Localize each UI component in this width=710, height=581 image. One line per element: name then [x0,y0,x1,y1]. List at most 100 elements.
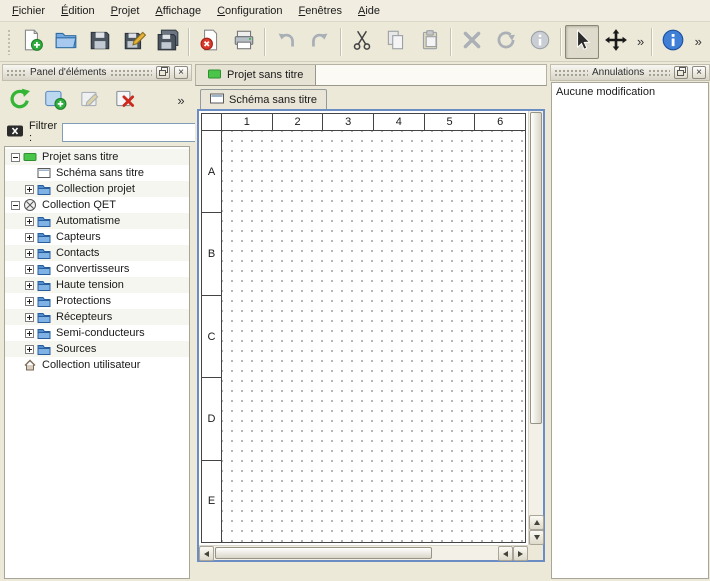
expand-expander-icon[interactable] [25,329,34,338]
float-panel-button[interactable] [156,66,170,79]
undo-panel-titlebar[interactable]: Annulations × [550,64,710,81]
select-tool-button[interactable] [565,25,599,59]
tab-project-sans-titre[interactable]: Projet sans titre [196,65,316,85]
v-scroll-track[interactable] [529,425,543,515]
expand-expander-icon[interactable] [25,185,34,194]
save-button[interactable] [83,25,117,59]
toolbar-separator [560,28,562,56]
row-ruler-cell: B [202,213,221,295]
folder-icon [37,230,52,244]
tree-item-collection-projet[interactable]: Collection projet [5,181,189,197]
tree-item-collection-qet[interactable]: Collection QET [5,197,189,213]
scroll-down-button[interactable] [529,530,544,545]
toolbar-grip[interactable] [7,29,12,55]
expand-expander-icon[interactable] [25,249,34,258]
menu-edition[interactable]: Édition [53,2,103,20]
close-file-button[interactable] [193,25,227,59]
tree-item-protections[interactable]: Protections [5,293,189,309]
up-arrow-icon [534,520,540,525]
conductor-info-button [523,25,557,59]
undo-history-item[interactable]: Aucune modification [552,83,708,101]
tree-item-contacts[interactable]: Contacts [5,245,189,261]
float-icon [159,67,168,79]
new-file-icon [20,28,44,55]
toolbar-overflow-button[interactable]: » [633,27,649,57]
expand-expander-icon[interactable] [25,345,34,354]
folder-icon [37,294,52,308]
h-scroll-track[interactable] [433,546,498,560]
dock-grip[interactable] [648,69,670,77]
folder-icon [37,342,52,356]
elements-panel-title: Panel d'éléments [30,67,106,78]
v-scroll-thumb[interactable] [530,112,542,424]
workspace: Panel d'éléments × [0,62,710,581]
move-tool-button[interactable] [599,25,633,59]
scroll-left-button[interactable] [199,546,214,561]
tree-item-label: Collection projet [56,183,135,195]
collapse-expander-icon[interactable] [11,201,20,210]
expand-expander-icon[interactable] [25,217,34,226]
about-button[interactable] [656,25,690,59]
diagram-grid-canvas[interactable] [222,131,525,542]
menu-aide[interactable]: Aide [350,2,388,20]
clear-filter-icon[interactable] [6,122,24,143]
toolbar-overflow-2-button[interactable]: » [690,27,706,57]
tree-item-semi-conducteurs[interactable]: Semi-conducteurs [5,325,189,341]
filter-input[interactable] [62,123,212,142]
new-element-button[interactable] [40,85,70,115]
tree-item-capteurs[interactable]: Capteurs [5,229,189,245]
menu-configuration[interactable]: Configuration [209,2,290,20]
scroll-left-button-2[interactable] [498,546,513,561]
dock-grip[interactable] [554,69,588,77]
collapse-expander-icon[interactable] [11,153,20,162]
close-panel-button[interactable]: × [174,66,188,79]
expand-expander-icon[interactable] [25,313,34,322]
scroll-up-button[interactable] [529,515,544,530]
expand-expander-icon[interactable] [25,297,34,306]
tree-item-label: Contacts [56,247,99,259]
tree-item-haute-tension[interactable]: Haute tension [5,277,189,293]
tree-item-automatisme[interactable]: Automatisme [5,213,189,229]
tab-schema-sans-titre[interactable]: Schéma sans titre [200,89,327,109]
expand-expander-icon[interactable] [25,265,34,274]
schema-tab-label: Schéma sans titre [229,94,317,106]
diagram-paper[interactable]: 1 2 3 4 5 6 A B C D E [201,113,526,543]
elements-panel-toolbar: » [2,81,192,119]
vertical-scrollbar[interactable] [528,111,543,545]
menu-fenetres[interactable]: Fenêtres [291,2,350,20]
save-as-button[interactable] [117,25,151,59]
open-project-button[interactable] [49,25,83,59]
reload-collections-button[interactable] [5,85,35,115]
close-icon: × [696,68,702,78]
tree-item-label: Récepteurs [56,311,112,323]
print-button[interactable] [227,25,261,59]
tree-item-sources[interactable]: Sources [5,341,189,357]
cut-button[interactable] [345,25,379,59]
save-all-button[interactable] [151,25,185,59]
delete-element-icon [113,87,137,114]
menu-projet[interactable]: Projet [103,2,148,20]
tree-item-schema[interactable]: Schéma sans titre [5,165,189,181]
h-scroll-thumb[interactable] [215,547,432,559]
delete-element-button[interactable] [110,85,140,115]
scroll-right-button[interactable] [513,546,528,561]
tree-item-collection-utilisateur[interactable]: Collection utilisateur [5,357,189,373]
tree-item-project[interactable]: Projet sans titre [5,149,189,165]
expand-expander-icon[interactable] [25,281,34,290]
toolbar-separator [264,28,266,56]
tree-item-convertisseurs[interactable]: Convertisseurs [5,261,189,277]
expand-expander-icon[interactable] [25,233,34,242]
dock-grip[interactable] [6,69,26,77]
undo-icon [274,28,298,55]
elements-panel-titlebar[interactable]: Panel d'éléments × [2,64,192,81]
tree-item-recepteurs[interactable]: Récepteurs [5,309,189,325]
menu-affichage[interactable]: Affichage [147,2,209,20]
dock-grip[interactable] [110,69,152,77]
paste-icon [418,28,442,55]
new-file-button[interactable] [15,25,49,59]
float-undo-panel-button[interactable] [674,66,688,79]
horizontal-scrollbar[interactable] [199,545,528,560]
menu-fichier[interactable]: Fichier [4,2,53,20]
close-undo-panel-button[interactable]: × [692,66,706,79]
panel-toolbar-overflow-button[interactable]: » [173,85,189,115]
